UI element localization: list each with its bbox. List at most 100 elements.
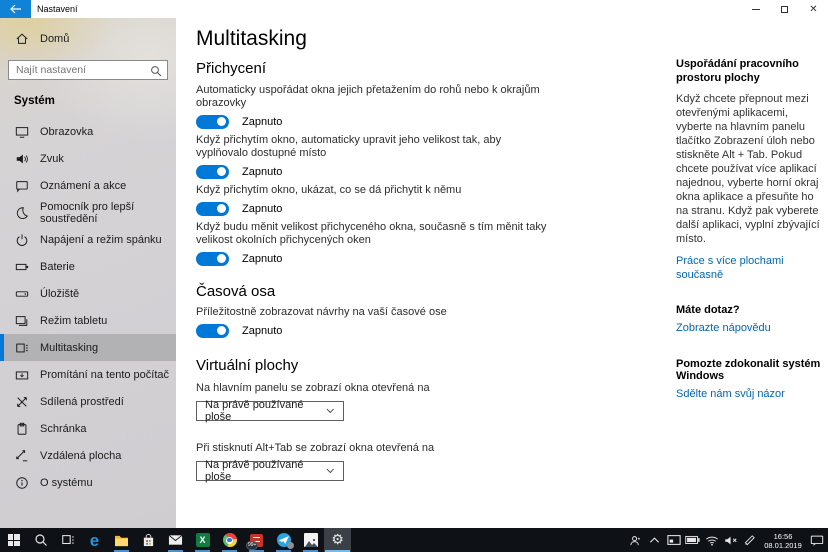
sidebar-item-shared-experiences[interactable]: Sdílená prostředí [0,388,176,415]
back-button[interactable] [0,0,31,18]
taskbar-search-button[interactable] [27,528,54,552]
chevron-down-icon [326,468,335,474]
section-heading-snap: Přichycení [196,60,662,78]
home-icon [14,32,29,47]
feedback-link[interactable]: Sdělte nám svůj názor [676,388,821,400]
notification-badge: 99+ [246,541,258,550]
edge-icon: e [90,532,99,549]
toggle-state-label: Zapnuto [242,253,282,265]
setting-label: Automaticky uspořádat okna jejich přetaž… [196,84,554,110]
photos-icon [304,533,318,547]
tray-people-button[interactable] [626,528,645,552]
feedback-heading: Pomozte zdokonalit systém Windows [676,358,821,382]
timeline-suggestions-toggle[interactable] [196,324,229,338]
tray-tablet-button[interactable] [664,528,683,552]
close-icon: ✕ [809,4,817,15]
minimize-icon [752,9,760,10]
help-link-multiple-desktops[interactable]: Práce s více plochami současně [676,254,821,282]
screen: Nastavení ✕ Domů Systém [0,0,828,552]
taskbar-reader-app-icon[interactable]: 99+ [243,528,270,552]
toggle-state-label: Zapnuto [242,325,282,337]
sidebar-item-label: Napájení a režim spánku [40,234,162,246]
tablet-mode-icon [14,313,29,328]
tray-overflow-button[interactable] [645,528,664,552]
storage-icon [14,286,29,301]
taskbar-windows-dropdown[interactable]: Na právě používané ploše [196,401,344,421]
sidebar-item-battery[interactable]: Baterie [0,253,176,280]
sidebar-item-multitasking[interactable]: Multitasking [0,334,176,361]
taskbar-excel-icon[interactable]: X [189,528,216,552]
action-center-icon [810,534,824,547]
sidebar-item-label: Oznámení a akce [40,180,126,192]
sidebar-item-notifications[interactable]: Oznámení a akce [0,172,176,199]
tray-pen-button[interactable] [740,528,759,552]
clipboard-icon [14,421,29,436]
taskbar-chrome-icon[interactable] [216,528,243,552]
sidebar-item-projecting[interactable]: Promítání na tento počítač [0,361,176,388]
get-help-link[interactable]: Zobrazte nápovědu [676,322,821,334]
sidebar-item-storage[interactable]: Úložiště [0,280,176,307]
telegram-icon [277,533,291,547]
sidebar-item-label: Vzdálená plocha [40,450,121,462]
setting-label: Když budu měnit velikost přichyceného ok… [196,221,554,247]
snap-resize-adjacent-toggle[interactable] [196,252,229,266]
project-icon [14,367,29,382]
focus-moon-icon [14,205,29,220]
maximize-button[interactable] [770,0,799,18]
store-icon [142,534,155,547]
tray-volume-button[interactable] [721,528,740,552]
snap-assist-toggle[interactable] [196,202,229,216]
sidebar-item-display[interactable]: Obrazovka [0,118,176,145]
toggle-state-label: Zapnuto [242,166,282,178]
excel-icon: X [196,533,210,547]
notifications-icon [14,178,29,193]
tray-clock[interactable]: 16:56 08.01.2019 [759,530,807,550]
alt-tab-windows-dropdown[interactable]: Na právě používané ploše [196,461,344,481]
toggle-row: Zapnuto [196,114,662,129]
sidebar-item-tablet-mode[interactable]: Režim tabletu [0,307,176,334]
tray-battery-button[interactable] [683,528,702,552]
taskbar-mail-icon[interactable] [162,528,189,552]
action-center-button[interactable] [807,528,826,552]
taskbar-telegram-icon[interactable] [270,528,297,552]
taskbar-photos-icon[interactable] [297,528,324,552]
help-body: Když chcete přepnout mezi otevřenými apl… [676,92,821,246]
snap-arrange-toggle[interactable] [196,115,229,129]
sidebar-item-sound[interactable]: Zvuk [0,145,176,172]
battery-icon [14,259,29,274]
sidebar-item-about[interactable]: O systému [0,469,176,496]
sidebar-item-label: Schránka [40,423,86,435]
window-title: Nastavení [37,4,78,14]
taskbar-edge-icon[interactable]: e [81,528,108,552]
maximize-icon [781,6,788,13]
search-icon [34,533,48,547]
remote-desktop-icon [14,448,29,463]
sidebar-item-power-sleep[interactable]: Napájení a režim spánku [0,226,176,253]
windows-logo-icon [8,534,20,546]
window-controls: ✕ [741,0,828,18]
page-title: Multitasking [196,26,662,52]
sidebar-item-clipboard[interactable]: Schránka [0,415,176,442]
back-arrow-icon [10,4,22,14]
sidebar-item-label: Promítání na tento počítač [40,369,169,381]
main-content: Multitasking Přichycení Automaticky uspo… [176,18,662,528]
settings-window-body: Domů Systém Obrazovka [0,18,828,528]
setting-label: Když přichytím okno, automaticky upravit… [196,134,554,160]
sidebar-home-label: Domů [40,33,69,45]
search-input[interactable] [8,60,168,80]
sidebar-item-remote-desktop[interactable]: Vzdálená plocha [0,442,176,469]
start-button[interactable] [0,528,27,552]
taskbar-store-icon[interactable] [135,528,162,552]
sidebar-item-label: Zvuk [40,153,64,165]
minimize-button[interactable] [741,0,770,18]
sidebar-item-home[interactable]: Domů [0,28,176,50]
task-view-button[interactable] [54,528,81,552]
sidebar-item-label: Multitasking [40,342,98,354]
dropdown-label: Při stisknutí Alt+Tab se zobrazí okna ot… [196,442,662,454]
close-button[interactable]: ✕ [799,0,828,18]
snap-autosize-toggle[interactable] [196,165,229,179]
taskbar-file-explorer-icon[interactable] [108,528,135,552]
sidebar-item-focus-assist[interactable]: Pomocník pro lepší soustředění [0,199,176,226]
taskbar-settings-icon[interactable]: ⚙ [324,528,351,552]
tray-network-button[interactable] [702,528,721,552]
